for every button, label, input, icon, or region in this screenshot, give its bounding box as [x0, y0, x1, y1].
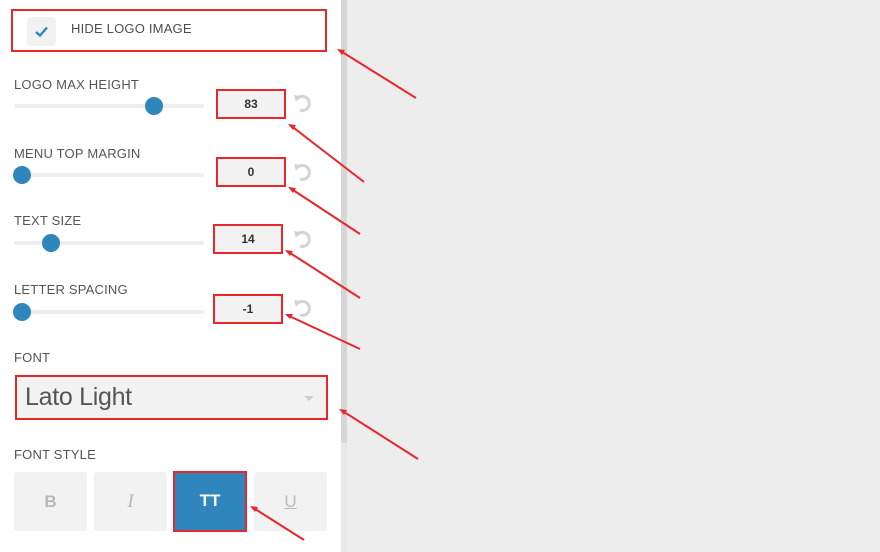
annotation-arrow — [286, 314, 361, 350]
annotation-arrow — [286, 250, 361, 299]
annotation-arrows — [250, 49, 419, 541]
customizer-screen: HIDE LOGO IMAGE LOGO MAX HEIGHT 83 MENU … — [0, 0, 880, 552]
annotation-arrow — [338, 49, 417, 99]
annotation-arrow — [340, 409, 419, 460]
annotation-arrow — [289, 124, 365, 183]
annotation-arrow — [289, 187, 361, 235]
annotation-arrow — [251, 506, 305, 541]
